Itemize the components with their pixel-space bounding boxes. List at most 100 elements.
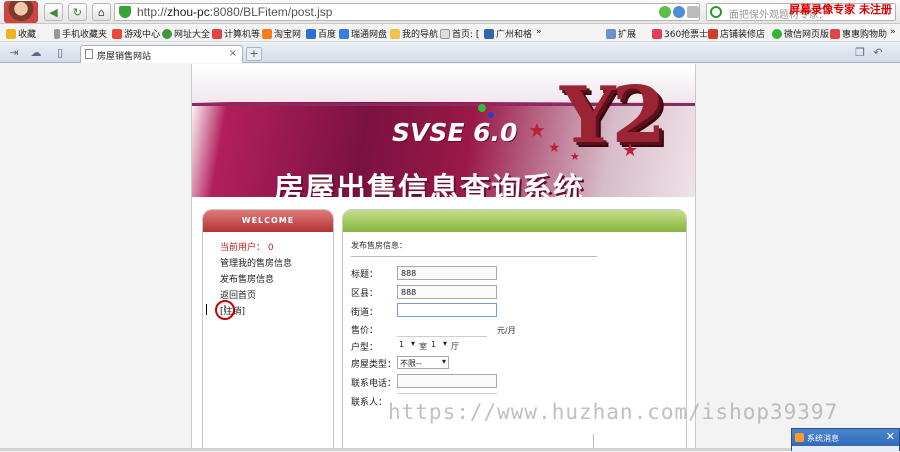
title-label: 标题： xyxy=(351,270,379,280)
site-icon xyxy=(339,28,349,39)
site-icon xyxy=(830,28,840,39)
restore-tabs-icon[interactable]: ❐ xyxy=(854,47,866,59)
green-dot-icon xyxy=(478,104,486,112)
navigation-bar: ◀ ↻ ⌂ http://zhou-pc:8080/BLFitem/post.j… xyxy=(0,0,900,24)
bookmark-item[interactable]: 收藏 xyxy=(6,27,36,40)
site-icon xyxy=(306,28,316,39)
device-icon[interactable]: ▯ xyxy=(54,47,66,59)
home-button[interactable]: ⌂ xyxy=(92,3,111,21)
phone-icon xyxy=(54,28,60,39)
bookmark-item[interactable]: 店铺装修店 xyxy=(708,27,765,40)
bookmark-item[interactable]: 微信网页版 xyxy=(772,27,829,40)
district-label: 区县： xyxy=(351,289,379,299)
bookmark-item[interactable]: 瑞通网盘 xyxy=(339,27,387,40)
address-bar[interactable]: http://zhou-pc:8080/BLFitem/post.jsp xyxy=(114,3,700,21)
refresh-icon: ↻ xyxy=(72,5,83,19)
page-icon xyxy=(440,28,450,39)
security-shield-icon xyxy=(119,6,131,18)
halls-unit: 厅 xyxy=(451,342,459,351)
bookmark-more[interactable]: » xyxy=(536,27,542,37)
tab-house-sales[interactable]: 房屋销售网站 × xyxy=(80,45,243,63)
rooms-select[interactable]: 1 xyxy=(397,339,417,352)
phone-label: 联系电话： xyxy=(351,379,397,389)
popup-title: 系统消息 xyxy=(807,434,839,443)
street-label: 街道： xyxy=(351,308,379,318)
sidebar-header: WELCOME xyxy=(203,210,333,232)
bookmark-item[interactable]: 淘宝网 xyxy=(262,27,301,40)
contact-label: 联系人： xyxy=(351,398,388,408)
site-banner: SVSE 6.0 Y2 ★ ★ ★ ★ 房屋出售信息查询系统 xyxy=(192,64,695,205)
bookmark-star-icon[interactable] xyxy=(659,6,671,18)
house-type-select[interactable]: 不限-- xyxy=(397,356,449,369)
price-input[interactable] xyxy=(397,323,487,337)
site-watermark: https://www.huzhan.com/ishop39397 xyxy=(388,400,839,424)
bookmark-item[interactable]: 360抢票士 xyxy=(652,27,708,40)
site-icon xyxy=(484,28,494,39)
search-engine-icon xyxy=(710,6,722,18)
extension-icon xyxy=(606,28,616,39)
bookmark-item[interactable]: 广州和格 xyxy=(484,27,532,40)
text-caret xyxy=(206,304,207,315)
mouse-cursor-highlight: I xyxy=(215,300,235,320)
bookmark-item[interactable]: 计算机等 xyxy=(212,27,260,40)
dropdown-arrow-icon[interactable] xyxy=(687,6,699,18)
message-icon xyxy=(795,433,804,442)
banner-svse: SVSE 6.0 xyxy=(392,118,518,147)
layout-label: 户型： xyxy=(351,343,379,353)
browser-window: ◀ ↻ ⌂ http://zhou-pc:8080/BLFitem/post.j… xyxy=(0,0,900,452)
sidebar-toggle-icon[interactable]: ⇥ xyxy=(8,47,20,59)
sidebar-link-post[interactable]: 发布售房信息 xyxy=(220,272,333,285)
user-sidebar: WELCOME 当前用户： 0 管理我的售房信息 发布售房信息 返回首页 [注销… xyxy=(202,209,334,451)
site-container: SVSE 6.0 Y2 ★ ★ ★ ★ 房屋出售信息查询系统 WELCOME 当… xyxy=(191,64,696,451)
system-message-popup[interactable]: 系统消息 ✕ xyxy=(791,428,900,452)
bookmark-item[interactable]: 惠惠购物助 xyxy=(830,27,887,40)
banner-y2-logo: Y2 xyxy=(560,70,666,161)
user-avatar[interactable] xyxy=(4,1,38,23)
rooms-unit: 室 xyxy=(419,342,427,351)
price-label: 售价： xyxy=(351,326,379,336)
halls-select[interactable]: 1 xyxy=(429,339,449,352)
bookmark-item[interactable]: 我的导航 xyxy=(390,27,438,40)
district-input[interactable]: 888 xyxy=(397,285,497,299)
page-icon xyxy=(85,49,93,59)
ie-mode-icon[interactable] xyxy=(673,6,685,18)
site-icon xyxy=(262,28,272,39)
page-viewport: SVSE 6.0 Y2 ★ ★ ★ ★ 房屋出售信息查询系统 WELCOME 当… xyxy=(0,64,900,451)
undo-close-icon[interactable]: ↶ xyxy=(872,47,884,59)
bookmark-item[interactable]: 网址大全 xyxy=(162,27,210,40)
new-tab-button[interactable]: + xyxy=(246,47,262,61)
panel-header xyxy=(343,210,686,232)
bookmark-more[interactable]: » xyxy=(890,27,896,37)
divider xyxy=(351,256,597,257)
close-icon[interactable]: ✕ xyxy=(886,430,895,443)
street-input[interactable] xyxy=(397,303,497,317)
back-button[interactable]: ◀ xyxy=(44,3,63,21)
bookmark-item[interactable]: 扩展 xyxy=(606,27,636,40)
cloud-icon[interactable]: ☁ xyxy=(30,47,42,59)
recorder-watermark: 屏幕录像专家 未注册 xyxy=(789,3,892,16)
sidebar-link-home[interactable]: 返回首页 xyxy=(220,288,333,301)
bookmark-item[interactable]: 手机收藏夹 xyxy=(54,27,107,40)
banner-bottom xyxy=(192,197,695,205)
current-user-label: 当前用户： 0 xyxy=(220,243,274,253)
wechat-icon xyxy=(772,28,782,39)
form-section-title: 发布售房信息： xyxy=(351,241,407,250)
title-input[interactable]: 888 xyxy=(397,266,497,280)
bookmark-item[interactable]: 首页: [ xyxy=(440,27,479,40)
address-url: http://zhou-pc:8080/BLFitem/post.jsp xyxy=(137,5,333,19)
phone-input[interactable] xyxy=(397,374,497,388)
home-icon: ⌂ xyxy=(98,5,105,19)
sidebar-link-logout[interactable]: [注销] xyxy=(220,304,333,317)
bookmark-item[interactable]: 游戏中心 xyxy=(112,27,160,40)
star-icon: ★ xyxy=(528,118,546,142)
star-icon xyxy=(6,28,16,39)
refresh-button[interactable]: ↻ xyxy=(68,3,87,21)
site-icon xyxy=(212,28,222,39)
close-tab-icon[interactable]: × xyxy=(229,48,237,59)
star-icon: ★ xyxy=(548,140,561,156)
bookmark-item[interactable]: 百度 xyxy=(306,27,336,40)
house-type-label: 房屋类型： xyxy=(351,360,397,370)
sidebar-link-manage[interactable]: 管理我的售房信息 xyxy=(220,256,333,269)
tab-bar: ⇥ ☁ ▯ 房屋销售网站 × + ❐ ↶ xyxy=(0,43,900,63)
star-icon: ★ xyxy=(622,140,639,161)
